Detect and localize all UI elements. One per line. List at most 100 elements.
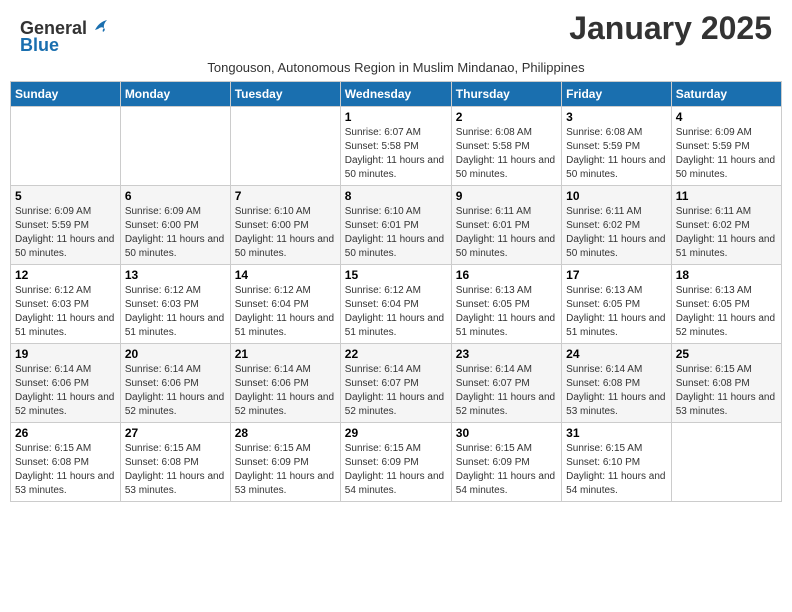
day-number: 12 (15, 268, 116, 282)
calendar-day-cell: 15 Sunrise: 6:12 AM Sunset: 6:04 PM Dayli… (340, 265, 451, 344)
day-info: Sunrise: 6:10 AM Sunset: 6:00 PM Dayligh… (235, 205, 336, 261)
day-number: 1 (345, 110, 447, 124)
day-number: 8 (345, 189, 447, 203)
day-number: 15 (345, 268, 447, 282)
day-number: 31 (566, 426, 667, 440)
day-info: Sunrise: 6:08 AM Sunset: 5:58 PM Dayligh… (456, 126, 557, 182)
day-number: 20 (125, 347, 226, 361)
calendar-day-cell: 9 Sunrise: 6:11 AM Sunset: 6:01 PM Daylig… (451, 186, 561, 265)
calendar-day-cell: 28 Sunrise: 6:15 AM Sunset: 6:09 PM Dayli… (230, 423, 340, 502)
day-info: Sunrise: 6:15 AM Sunset: 6:08 PM Dayligh… (676, 363, 777, 419)
day-number: 29 (345, 426, 447, 440)
calendar-day-cell: 21Sunrise: 6:14 AM Sunset: 6:06 PM Dayli… (230, 344, 340, 423)
calendar-day-cell (671, 423, 781, 502)
calendar-day-cell (230, 107, 340, 186)
calendar-day-header: Wednesday (340, 82, 451, 107)
calendar-day-cell: 17 Sunrise: 6:13 AM Sunset: 6:05 PM Dayli… (562, 265, 672, 344)
day-info: Sunrise: 6:12 AM Sunset: 6:03 PM Dayligh… (15, 284, 116, 340)
day-info: Sunrise: 6:15 AM Sunset: 6:09 PM Dayligh… (235, 442, 336, 498)
day-info: Sunrise: 6:14 AM Sunset: 6:07 PM Dayligh… (345, 363, 447, 419)
day-number: 6 (125, 189, 226, 203)
calendar-day-cell: 27Sunrise: 6:15 AM Sunset: 6:08 PM Dayli… (120, 423, 230, 502)
calendar-day-cell: 30Sunrise: 6:15 AM Sunset: 6:09 PM Dayli… (451, 423, 561, 502)
day-info: Sunrise: 6:14 AM Sunset: 6:06 PM Dayligh… (125, 363, 226, 419)
calendar-day-cell: 3 Sunrise: 6:08 AM Sunset: 5:59 PM Daylig… (562, 107, 672, 186)
calendar-day-header: Saturday (671, 82, 781, 107)
day-number: 4 (676, 110, 777, 124)
calendar-day-cell: 12 Sunrise: 6:12 AM Sunset: 6:03 PM Dayli… (11, 265, 121, 344)
calendar-subtitle: Tongouson, Autonomous Region in Muslim M… (10, 60, 782, 75)
calendar-week-row: 12 Sunrise: 6:12 AM Sunset: 6:03 PM Dayli… (11, 265, 782, 344)
day-info: Sunrise: 6:08 AM Sunset: 5:59 PM Dayligh… (566, 126, 667, 182)
day-info: Sunrise: 6:15 AM Sunset: 6:08 PM Dayligh… (15, 442, 116, 498)
day-number: 13 (125, 268, 226, 282)
day-info: Sunrise: 6:09 AM Sunset: 6:00 PM Dayligh… (125, 205, 226, 261)
calendar-day-header: Sunday (11, 82, 121, 107)
day-info: Sunrise: 6:13 AM Sunset: 6:05 PM Dayligh… (566, 284, 667, 340)
day-info: Sunrise: 6:14 AM Sunset: 6:06 PM Dayligh… (15, 363, 116, 419)
day-number: 3 (566, 110, 667, 124)
day-info: Sunrise: 6:15 AM Sunset: 6:09 PM Dayligh… (345, 442, 447, 498)
day-info: Sunrise: 6:12 AM Sunset: 6:04 PM Dayligh… (345, 284, 447, 340)
day-number: 14 (235, 268, 336, 282)
calendar-day-cell: 24Sunrise: 6:14 AM Sunset: 6:08 PM Dayli… (562, 344, 672, 423)
day-info: Sunrise: 6:13 AM Sunset: 6:05 PM Dayligh… (676, 284, 777, 340)
day-info: Sunrise: 6:10 AM Sunset: 6:01 PM Dayligh… (345, 205, 447, 261)
day-info: Sunrise: 6:07 AM Sunset: 5:58 PM Dayligh… (345, 126, 447, 182)
day-info: Sunrise: 6:12 AM Sunset: 6:03 PM Dayligh… (125, 284, 226, 340)
calendar-day-cell: 31Sunrise: 6:15 AM Sunset: 6:10 PM Dayli… (562, 423, 672, 502)
day-info: Sunrise: 6:15 AM Sunset: 6:08 PM Dayligh… (125, 442, 226, 498)
calendar-day-cell: 14 Sunrise: 6:12 AM Sunset: 6:04 PM Dayli… (230, 265, 340, 344)
day-number: 19 (15, 347, 116, 361)
calendar-table: SundayMondayTuesdayWednesdayThursdayFrid… (10, 81, 782, 502)
calendar-day-cell: 13 Sunrise: 6:12 AM Sunset: 6:03 PM Dayli… (120, 265, 230, 344)
calendar-day-cell: 2Sunrise: 6:08 AM Sunset: 5:58 PM Daylig… (451, 107, 561, 186)
day-info: Sunrise: 6:09 AM Sunset: 5:59 PM Dayligh… (15, 205, 116, 261)
day-number: 9 (456, 189, 557, 203)
day-info: Sunrise: 6:12 AM Sunset: 6:04 PM Dayligh… (235, 284, 336, 340)
page-header: General Blue January 2025 (10, 10, 782, 56)
calendar-week-row: 26 Sunrise: 6:15 AM Sunset: 6:08 PM Dayli… (11, 423, 782, 502)
calendar-day-header: Tuesday (230, 82, 340, 107)
calendar-week-row: 1 Sunrise: 6:07 AM Sunset: 5:58 PM Daylig… (11, 107, 782, 186)
day-info: Sunrise: 6:11 AM Sunset: 6:01 PM Dayligh… (456, 205, 557, 261)
calendar-day-cell: 16 Sunrise: 6:13 AM Sunset: 6:05 PM Dayli… (451, 265, 561, 344)
calendar-day-cell: 7 Sunrise: 6:10 AM Sunset: 6:00 PM Daylig… (230, 186, 340, 265)
day-number: 16 (456, 268, 557, 282)
calendar-week-row: 5Sunrise: 6:09 AM Sunset: 5:59 PM Daylig… (11, 186, 782, 265)
month-title: January 2025 (569, 10, 772, 47)
day-number: 25 (676, 347, 777, 361)
calendar-header-row: SundayMondayTuesdayWednesdayThursdayFrid… (11, 82, 782, 107)
day-number: 17 (566, 268, 667, 282)
calendar-day-cell: 11 Sunrise: 6:11 AM Sunset: 6:02 PM Dayli… (671, 186, 781, 265)
day-number: 28 (235, 426, 336, 440)
calendar-day-header: Friday (562, 82, 672, 107)
calendar-day-cell (120, 107, 230, 186)
calendar-day-cell: 20 Sunrise: 6:14 AM Sunset: 6:06 PM Dayli… (120, 344, 230, 423)
calendar-day-cell: 25 Sunrise: 6:15 AM Sunset: 6:08 PM Dayli… (671, 344, 781, 423)
day-info: Sunrise: 6:11 AM Sunset: 6:02 PM Dayligh… (676, 205, 777, 261)
day-info: Sunrise: 6:14 AM Sunset: 6:08 PM Dayligh… (566, 363, 667, 419)
calendar-day-cell: 8 Sunrise: 6:10 AM Sunset: 6:01 PM Daylig… (340, 186, 451, 265)
calendar-day-cell: 19 Sunrise: 6:14 AM Sunset: 6:06 PM Dayli… (11, 344, 121, 423)
day-number: 26 (15, 426, 116, 440)
calendar-week-row: 19 Sunrise: 6:14 AM Sunset: 6:06 PM Dayli… (11, 344, 782, 423)
logo: General Blue (20, 18, 111, 56)
day-number: 11 (676, 189, 777, 203)
day-number: 10 (566, 189, 667, 203)
day-number: 21 (235, 347, 336, 361)
day-number: 18 (676, 268, 777, 282)
calendar-day-header: Thursday (451, 82, 561, 107)
calendar-day-header: Monday (120, 82, 230, 107)
calendar-day-cell: 22Sunrise: 6:14 AM Sunset: 6:07 PM Dayli… (340, 344, 451, 423)
day-info: Sunrise: 6:09 AM Sunset: 5:59 PM Dayligh… (676, 126, 777, 182)
day-info: Sunrise: 6:11 AM Sunset: 6:02 PM Dayligh… (566, 205, 667, 261)
day-number: 23 (456, 347, 557, 361)
calendar-day-cell: 29 Sunrise: 6:15 AM Sunset: 6:09 PM Dayli… (340, 423, 451, 502)
calendar-day-cell: 6 Sunrise: 6:09 AM Sunset: 6:00 PM Daylig… (120, 186, 230, 265)
logo-bird-icon (89, 16, 111, 38)
day-info: Sunrise: 6:14 AM Sunset: 6:07 PM Dayligh… (456, 363, 557, 419)
day-info: Sunrise: 6:13 AM Sunset: 6:05 PM Dayligh… (456, 284, 557, 340)
day-number: 7 (235, 189, 336, 203)
calendar-day-cell: 1 Sunrise: 6:07 AM Sunset: 5:58 PM Daylig… (340, 107, 451, 186)
